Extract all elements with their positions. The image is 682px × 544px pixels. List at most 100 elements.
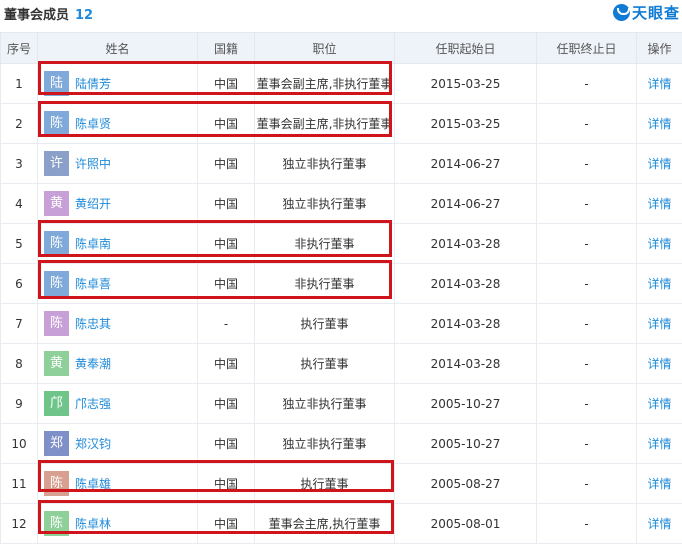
member-name-link[interactable]: 黄奉潮 (75, 357, 111, 371)
end-date-cell: - (537, 464, 637, 504)
avatar: 郑 (44, 431, 69, 456)
position-cell: 非执行董事 (255, 264, 395, 304)
table-row: 11陈陈卓雄中国执行董事2005-08-27-详情 (1, 464, 682, 504)
member-name-link[interactable]: 陈卓南 (75, 237, 111, 251)
details-link[interactable]: 详情 (647, 437, 671, 451)
table-row: 10郑郑汉钧中国独立非执行董事2005-10-27-详情 (1, 424, 682, 464)
table-row: 12陈陈卓林中国董事会主席,执行董事2005-08-01-详情 (1, 504, 682, 544)
details-cell: 详情 (637, 64, 682, 104)
start-date-cell: 2014-03-28 (395, 264, 537, 304)
row-index: 10 (1, 424, 38, 464)
start-date-cell: 2014-03-28 (395, 344, 537, 384)
avatar: 陈 (44, 511, 69, 536)
start-date-cell: 2015-03-25 (395, 104, 537, 144)
board-members-table: 序号 姓名 国籍 职位 任职起始日 任职终止日 操作 1陆陆倩芳中国董事会副主席… (0, 32, 682, 544)
details-link[interactable]: 详情 (647, 397, 671, 411)
row-index: 3 (1, 144, 38, 184)
row-index: 8 (1, 344, 38, 384)
position-cell: 独立非执行董事 (255, 144, 395, 184)
details-link[interactable]: 详情 (647, 237, 671, 251)
details-link[interactable]: 详情 (647, 477, 671, 491)
details-link[interactable]: 详情 (647, 157, 671, 171)
table-row: 8黄黄奉潮中国执行董事2014-03-28-详情 (1, 344, 682, 384)
details-cell: 详情 (637, 344, 682, 384)
table-row: 7陈陈忠其-执行董事2014-03-28-详情 (1, 304, 682, 344)
end-date-cell: - (537, 184, 637, 224)
details-cell: 详情 (637, 384, 682, 424)
member-name-link[interactable]: 黄绍开 (75, 197, 111, 211)
section-title-text: 董事会成员 (4, 8, 69, 23)
avatar: 陈 (44, 471, 69, 496)
member-name-cell: 陈陈卓贤 (38, 104, 198, 144)
position-cell: 独立非执行董事 (255, 384, 395, 424)
position-cell: 执行董事 (255, 344, 395, 384)
details-cell: 详情 (637, 504, 682, 544)
details-cell: 详情 (637, 184, 682, 224)
end-date-cell: - (537, 344, 637, 384)
nationality-cell: 中国 (198, 504, 255, 544)
table-row: 2陈陈卓贤中国董事会副主席,非执行董事2015-03-25-详情 (1, 104, 682, 144)
member-name-link[interactable]: 郑汉钧 (75, 437, 111, 451)
end-date-cell: - (537, 264, 637, 304)
member-name-link[interactable]: 陈卓喜 (75, 277, 111, 291)
details-link[interactable]: 详情 (647, 317, 671, 331)
end-date-cell: - (537, 64, 637, 104)
member-name-link[interactable]: 陈卓林 (75, 517, 111, 531)
member-name-cell: 陆陆倩芳 (38, 64, 198, 104)
position-cell: 执行董事 (255, 464, 395, 504)
avatar: 许 (44, 151, 69, 176)
avatar: 黄 (44, 191, 69, 216)
member-name-cell: 陈陈卓喜 (38, 264, 198, 304)
position-cell: 独立非执行董事 (255, 424, 395, 464)
member-name-link[interactable]: 陈卓雄 (75, 477, 111, 491)
details-link[interactable]: 详情 (647, 357, 671, 371)
details-cell: 详情 (637, 104, 682, 144)
column-header-index: 序号 (1, 33, 38, 64)
row-index: 5 (1, 224, 38, 264)
member-name-cell: 黄黄奉潮 (38, 344, 198, 384)
nationality-cell: 中国 (198, 184, 255, 224)
nationality-cell: 中国 (198, 64, 255, 104)
table-row: 4黄黄绍开中国独立非执行董事2014-06-27-详情 (1, 184, 682, 224)
member-name-link[interactable]: 陆倩芳 (75, 77, 111, 91)
start-date-cell: 2005-10-27 (395, 384, 537, 424)
member-name-link[interactable]: 邝志强 (75, 397, 111, 411)
nationality-cell: 中国 (198, 144, 255, 184)
details-link[interactable]: 详情 (647, 517, 671, 531)
column-header-action: 操作 (637, 33, 682, 64)
row-index: 1 (1, 64, 38, 104)
start-date-cell: 2005-08-01 (395, 504, 537, 544)
details-link[interactable]: 详情 (647, 117, 671, 131)
table-row: 9邝邝志强中国独立非执行董事2005-10-27-详情 (1, 384, 682, 424)
avatar: 邝 (44, 391, 69, 416)
member-name-cell: 邝邝志强 (38, 384, 198, 424)
details-link[interactable]: 详情 (647, 277, 671, 291)
member-name-link[interactable]: 陈忠其 (75, 317, 111, 331)
end-date-cell: - (537, 224, 637, 264)
avatar: 黄 (44, 351, 69, 376)
avatar: 陈 (44, 271, 69, 296)
details-cell: 详情 (637, 264, 682, 304)
nationality-cell: - (198, 304, 255, 344)
member-name-cell: 陈陈忠其 (38, 304, 198, 344)
nationality-cell: 中国 (198, 224, 255, 264)
column-header-position: 职位 (255, 33, 395, 64)
details-link[interactable]: 详情 (647, 77, 671, 91)
details-link[interactable]: 详情 (647, 197, 671, 211)
start-date-cell: 2005-10-27 (395, 424, 537, 464)
member-name-cell: 陈陈卓雄 (38, 464, 198, 504)
start-date-cell: 2014-06-27 (395, 144, 537, 184)
member-name-cell: 许许照中 (38, 144, 198, 184)
start-date-cell: 2014-03-28 (395, 304, 537, 344)
column-header-start-date: 任职起始日 (395, 33, 537, 64)
brand-logo: 天眼查 (613, 2, 680, 22)
details-cell: 详情 (637, 224, 682, 264)
table-row: 1陆陆倩芳中国董事会副主席,非执行董事2015-03-25-详情 (1, 64, 682, 104)
member-name-link[interactable]: 许照中 (75, 157, 111, 171)
member-name-cell: 郑郑汉钧 (38, 424, 198, 464)
section-title: 董事会成员12 (4, 4, 93, 23)
table-row: 5陈陈卓南中国非执行董事2014-03-28-详情 (1, 224, 682, 264)
member-name-link[interactable]: 陈卓贤 (75, 117, 111, 131)
avatar: 陆 (44, 71, 69, 96)
table-row: 3许许照中中国独立非执行董事2014-06-27-详情 (1, 144, 682, 184)
